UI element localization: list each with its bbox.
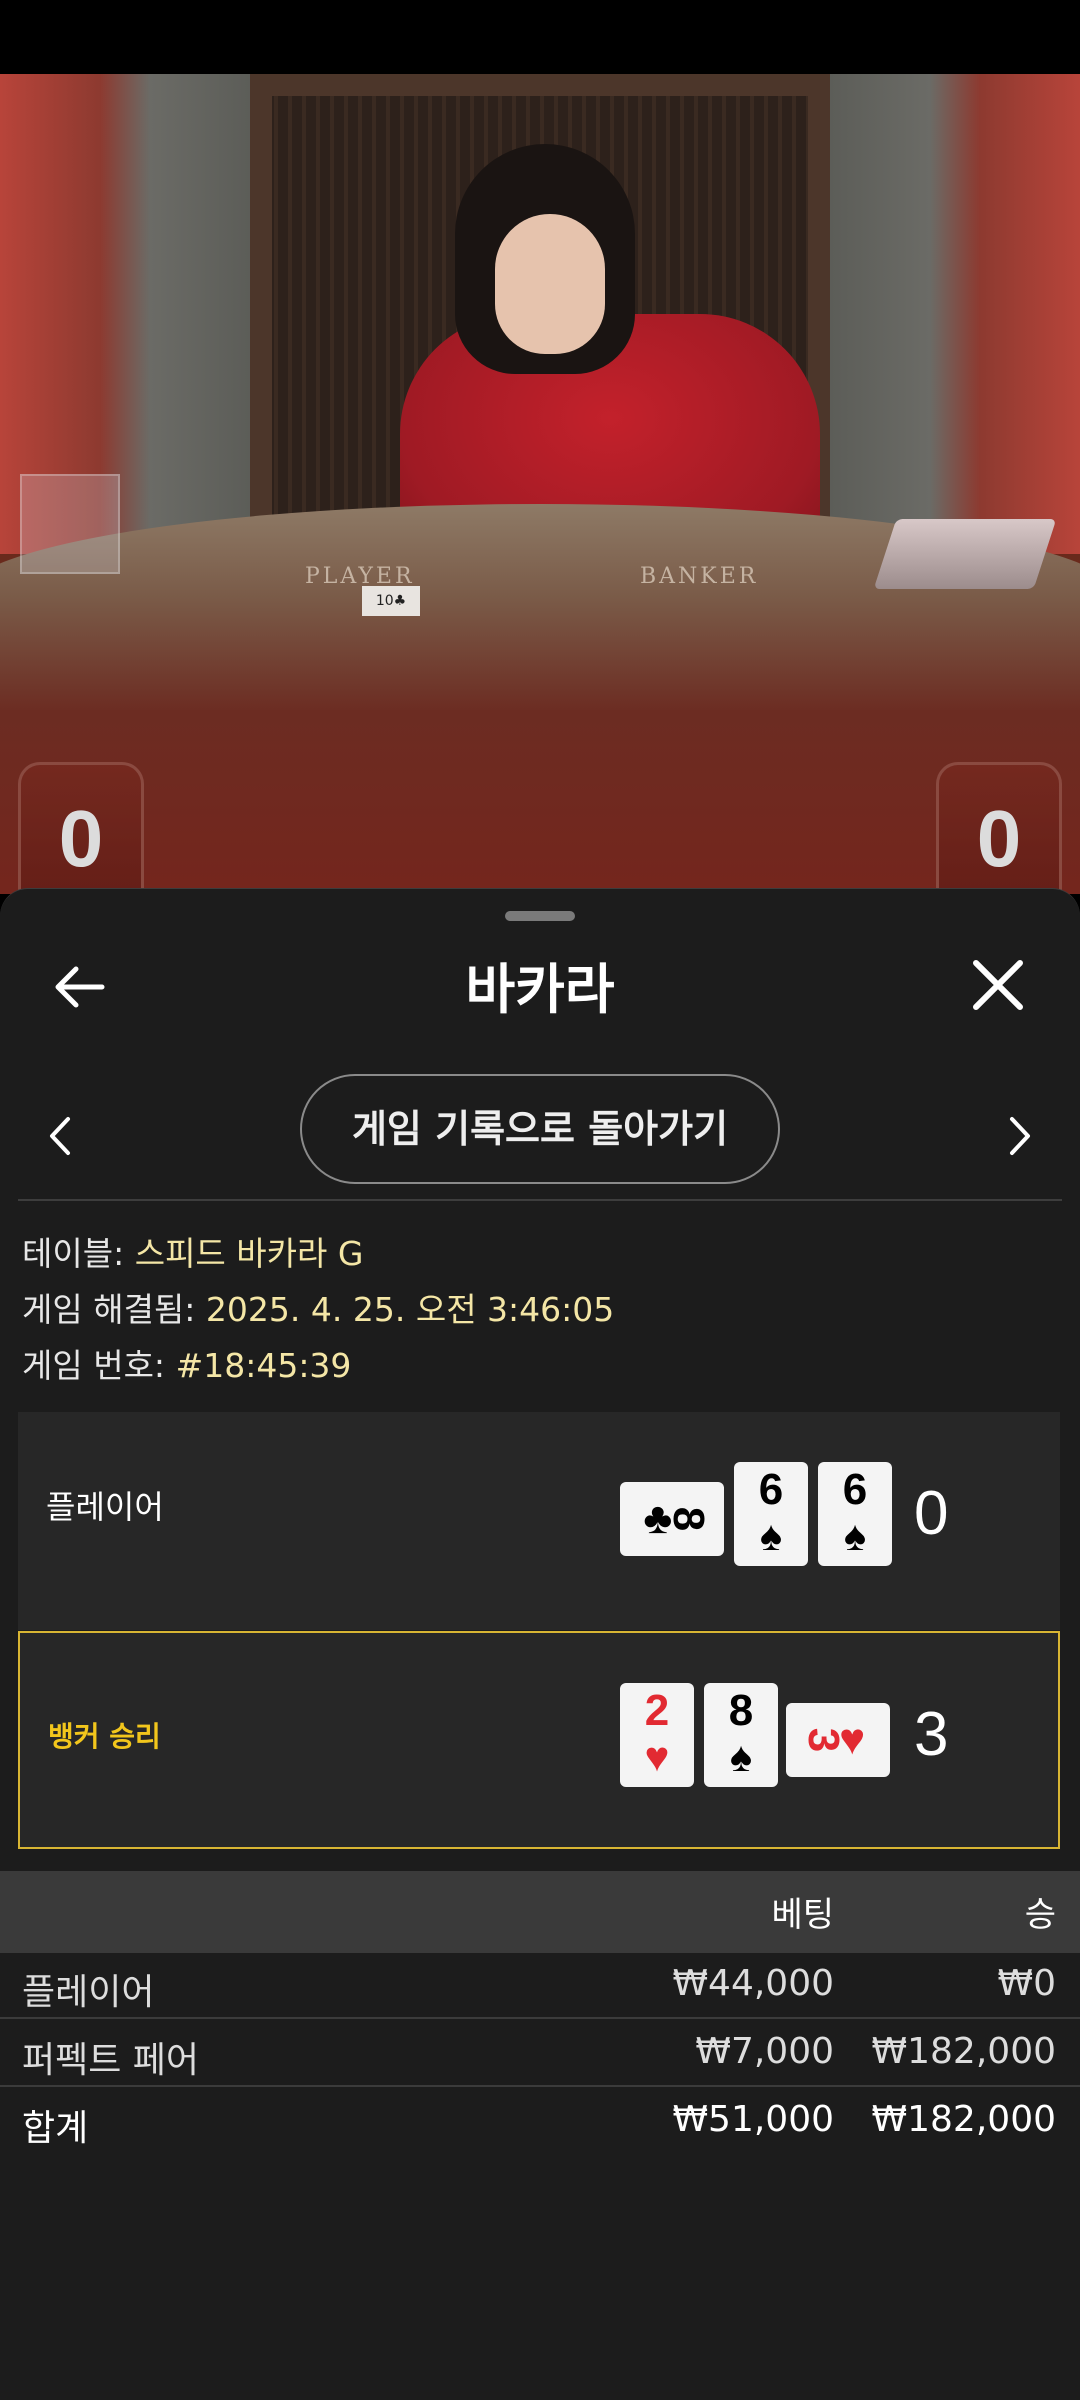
player-card-2-rank: 6 <box>758 1465 784 1514</box>
table-card: 10♣ <box>362 586 420 616</box>
bets-col-bet: 베팅 <box>771 1895 834 1935</box>
banker-score: 0 <box>976 794 1022 883</box>
bet-total-name: 합계 <box>22 2108 89 2149</box>
bets-table-header: 베팅 승 <box>0 1871 1080 1953</box>
banker-card-3: 3 ♥ <box>786 1703 890 1777</box>
chevron-left-icon[interactable] <box>42 1111 78 1161</box>
dealer-face <box>495 214 605 354</box>
bet-row-amount: ₩44,000 <box>672 1963 834 2004</box>
bet-row-amount: ₩7,000 <box>695 2031 834 2072</box>
banker-card-2-suit: ♠ <box>729 1733 753 1780</box>
player-card-3-rank: 6 <box>842 1465 868 1514</box>
banker-win-label: 뱅커 승리 <box>48 1720 161 1753</box>
info-game-number-label: 게임 번호: <box>22 1346 166 1385</box>
back-to-history-button[interactable]: 게임 기록으로 돌아가기 <box>300 1074 780 1184</box>
player-score-box: 0 <box>18 762 144 892</box>
game-history-sheet: 바카라 게임 기록으로 돌아가기 테이블: 스피드 바카라 G 게임 해결됨: … <box>0 888 1080 2400</box>
player-card-1: ♣ 8 <box>620 1482 724 1556</box>
info-resolved-label: 게임 해결됨: <box>22 1290 196 1329</box>
banker-card-1-suit: ♥ <box>644 1733 670 1780</box>
banker-card-2: 8 ♠ <box>704 1683 778 1787</box>
bet-total-amount: ₩51,000 <box>672 2099 834 2140</box>
bet-row-win: ₩182,000 <box>871 2031 1056 2072</box>
player-card-3-suit: ♠ <box>843 1512 867 1559</box>
player-hand-label: 플레이어 <box>46 1488 164 1526</box>
player-card-2: 6 ♠ <box>734 1462 808 1566</box>
bet-total-win: ₩182,000 <box>871 2099 1056 2140</box>
bets-col-win: 승 <box>1024 1895 1056 1935</box>
bet-row-name: 퍼펙트 페어 <box>22 2040 200 2081</box>
player-score: 0 <box>58 794 104 883</box>
info-resolved-value: 2025. 4. 25. 오전 3:46:05 <box>205 1290 615 1329</box>
info-resolved: 게임 해결됨: 2025. 4. 25. 오전 3:46:05 <box>22 1283 614 1331</box>
bet-row: 퍼펙트 페어 ₩7,000 ₩182,000 <box>0 2021 1080 2087</box>
banker-score-box: 0 <box>936 762 1062 892</box>
card-shoe <box>873 519 1057 589</box>
banker-card-1: 2 ♥ <box>620 1683 694 1787</box>
info-table-label: 테이블: <box>22 1234 125 1273</box>
player-card-3: 6 ♠ <box>818 1462 892 1566</box>
player-hand-row: 플레이어 ♣ 8 6 ♠ 6 ♠ 0 <box>18 1412 1060 1630</box>
bet-row-win: ₩0 <box>997 1963 1057 2004</box>
info-table: 테이블: 스피드 바카라 G <box>22 1227 363 1275</box>
page-title: 바카라 <box>465 958 615 1021</box>
banker-hand-total: 3 <box>914 1700 949 1769</box>
player-card-1-rank: 8 <box>664 1506 714 1532</box>
info-game-number-value: #18:45:39 <box>175 1346 352 1385</box>
banker-hand-row: 뱅커 승리 2 ♥ 8 ♠ 3 ♥ 3 <box>18 1631 1060 1849</box>
player-hand-total: 0 <box>914 1479 949 1548</box>
banker-card-2-rank: 8 <box>728 1686 754 1735</box>
close-icon[interactable] <box>968 955 1028 1015</box>
player-card-2-suit: ♠ <box>759 1512 783 1559</box>
table-banker-text: BANKER <box>640 564 759 589</box>
bet-row-name: 플레이어 <box>22 1972 155 2013</box>
bet-row: 플레이어 ₩44,000 ₩0 <box>0 1953 1080 2019</box>
drag-handle[interactable] <box>505 911 575 921</box>
info-table-value: 스피드 바카라 G <box>134 1234 364 1273</box>
info-game-number: 게임 번호: #18:45:39 <box>22 1339 351 1387</box>
card-discard-holder <box>20 474 120 574</box>
banker-card-1-rank: 2 <box>644 1686 670 1735</box>
status-bar <box>0 0 1080 74</box>
chevron-right-icon[interactable] <box>1002 1111 1038 1161</box>
live-video-feed: PLAYER BANKER 10♣ <box>0 74 1080 894</box>
divider <box>18 1199 1062 1201</box>
bet-total-row: 합계 ₩51,000 ₩182,000 <box>0 2089 1080 2155</box>
banker-card-3-rank: 3 <box>798 1727 848 1753</box>
decor-wall-right <box>830 74 1080 554</box>
